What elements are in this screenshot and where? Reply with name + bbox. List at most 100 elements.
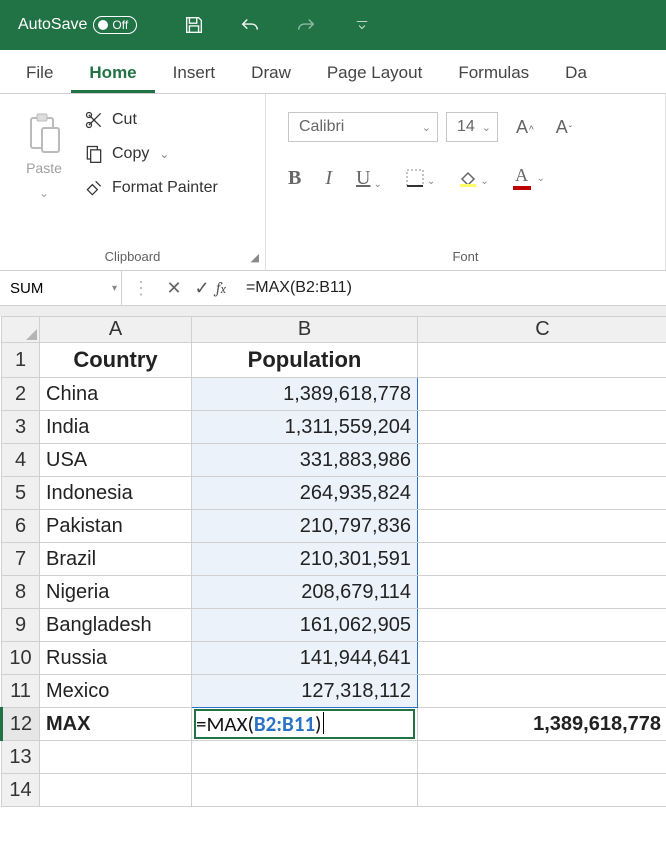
chevron-down-icon: ⌄ xyxy=(537,173,545,184)
font-size-combo[interactable]: 14 ⌄ xyxy=(446,112,498,142)
cell[interactable]: 331,883,986 xyxy=(192,444,418,477)
cell[interactable] xyxy=(418,477,666,510)
format-painter-label: Format Painter xyxy=(112,179,218,197)
tab-draw[interactable]: Draw xyxy=(233,53,309,93)
cell[interactable]: Nigeria xyxy=(40,576,192,609)
cell[interactable]: Population xyxy=(192,343,418,378)
borders-button[interactable]: ⌄ xyxy=(406,169,435,187)
tab-insert[interactable]: Insert xyxy=(155,53,234,93)
autosave-toggle[interactable]: AutoSave Off xyxy=(18,16,137,34)
cell[interactable] xyxy=(418,609,666,642)
cell[interactable] xyxy=(418,774,666,807)
chevron-down-icon: ⌄ xyxy=(427,176,435,187)
row-header[interactable]: 13 xyxy=(2,741,40,774)
cell[interactable]: 141,944,641 xyxy=(192,642,418,675)
row-header[interactable]: 9 xyxy=(2,609,40,642)
row-header[interactable]: 11 xyxy=(2,675,40,708)
cell[interactable] xyxy=(418,343,666,378)
paste-button[interactable]: Paste ⌄ xyxy=(12,112,76,266)
col-header-c[interactable]: C xyxy=(418,317,666,343)
cell[interactable] xyxy=(418,675,666,708)
cell[interactable] xyxy=(192,774,418,807)
font-name-combo[interactable]: Calibri ⌄ xyxy=(288,112,438,142)
row-header[interactable]: 7 xyxy=(2,543,40,576)
cell[interactable] xyxy=(418,576,666,609)
cell[interactable]: 1,389,618,778 xyxy=(418,708,666,741)
cell[interactable]: Indonesia xyxy=(40,477,192,510)
cell[interactable]: 127,318,112 xyxy=(192,675,418,708)
chevron-down-icon: ⌄ xyxy=(159,147,169,161)
cell[interactable]: 1,389,618,778 xyxy=(192,378,418,411)
tab-formulas[interactable]: Formulas xyxy=(440,53,547,93)
cell[interactable]: 1,311,559,204 xyxy=(192,411,418,444)
row-header[interactable]: 10 xyxy=(2,642,40,675)
cell[interactable]: Country xyxy=(40,343,192,378)
chevron-down-icon: ⌄ xyxy=(480,176,488,187)
format-painter-button[interactable]: Format Painter xyxy=(84,178,218,198)
name-box[interactable]: ▾ xyxy=(0,271,122,305)
cell[interactable] xyxy=(418,543,666,576)
cell[interactable]: Brazil xyxy=(40,543,192,576)
underline-button[interactable]: U⌄ xyxy=(356,167,382,190)
cell[interactable]: 264,935,824 xyxy=(192,477,418,510)
cell[interactable] xyxy=(418,741,666,774)
worksheet-grid[interactable]: A B C 1 Country Population 2 China 1,389… xyxy=(0,316,666,807)
cell[interactable] xyxy=(418,510,666,543)
cell[interactable] xyxy=(40,774,192,807)
row-header[interactable]: 6 xyxy=(2,510,40,543)
grow-font-button[interactable]: A^ xyxy=(516,117,534,138)
cell[interactable] xyxy=(40,741,192,774)
cell[interactable]: 208,679,114 xyxy=(192,576,418,609)
cell[interactable] xyxy=(192,741,418,774)
cell[interactable]: Mexico xyxy=(40,675,192,708)
col-header-b[interactable]: B xyxy=(192,317,418,343)
save-icon[interactable] xyxy=(183,14,205,36)
dialog-launcher-icon[interactable]: ◢ xyxy=(251,251,259,264)
active-cell[interactable]: =MAX(B2:B11) xyxy=(192,708,418,741)
cell[interactable]: India xyxy=(40,411,192,444)
fx-icon[interactable]: fx xyxy=(216,279,238,297)
cell[interactable]: USA xyxy=(40,444,192,477)
formula-bar-input[interactable]: =MAX(B2:B11) xyxy=(238,275,666,301)
row-header[interactable]: 14 xyxy=(2,774,40,807)
tab-file[interactable]: File xyxy=(8,53,71,93)
shrink-font-button[interactable]: Aˇ xyxy=(556,117,572,138)
tab-home[interactable]: Home xyxy=(71,53,154,93)
row-header[interactable]: 8 xyxy=(2,576,40,609)
cell[interactable]: China xyxy=(40,378,192,411)
enter-formula-button[interactable]: ✓ xyxy=(188,278,216,299)
name-box-input[interactable] xyxy=(6,276,108,300)
row-header[interactable]: 3 xyxy=(2,411,40,444)
cell[interactable]: 161,062,905 xyxy=(192,609,418,642)
redo-icon[interactable] xyxy=(295,14,317,36)
cell[interactable] xyxy=(418,411,666,444)
cell[interactable]: Pakistan xyxy=(40,510,192,543)
row-header[interactable]: 12 xyxy=(2,708,40,741)
fill-color-button[interactable]: ⌄ xyxy=(459,169,488,187)
cell[interactable]: 210,301,591 xyxy=(192,543,418,576)
cell[interactable]: 210,797,836 xyxy=(192,510,418,543)
bold-button[interactable]: B xyxy=(288,167,301,190)
row-header[interactable]: 2 xyxy=(2,378,40,411)
undo-icon[interactable] xyxy=(239,14,261,36)
ribbon-tabs: File Home Insert Draw Page Layout Formul… xyxy=(0,50,666,94)
col-header-a[interactable]: A xyxy=(40,317,192,343)
row-header[interactable]: 4 xyxy=(2,444,40,477)
cell[interactable] xyxy=(418,642,666,675)
row-header[interactable]: 5 xyxy=(2,477,40,510)
cancel-formula-button[interactable]: ✕ xyxy=(160,278,188,299)
qat-more-icon[interactable] xyxy=(351,14,373,36)
cell[interactable]: Russia xyxy=(40,642,192,675)
cell[interactable] xyxy=(418,444,666,477)
cell[interactable]: MAX xyxy=(40,708,192,741)
row-header[interactable]: 1 xyxy=(2,343,40,378)
cell[interactable] xyxy=(418,378,666,411)
cut-button[interactable]: Cut xyxy=(84,110,218,130)
italic-button[interactable]: I xyxy=(325,167,332,190)
copy-button[interactable]: Copy ⌄ xyxy=(84,144,218,164)
tab-page-layout[interactable]: Page Layout xyxy=(309,53,440,93)
font-color-button[interactable]: A xyxy=(513,166,531,190)
cell[interactable]: Bangladesh xyxy=(40,609,192,642)
select-all-corner[interactable] xyxy=(2,317,40,343)
tab-data[interactable]: Da xyxy=(547,53,605,93)
